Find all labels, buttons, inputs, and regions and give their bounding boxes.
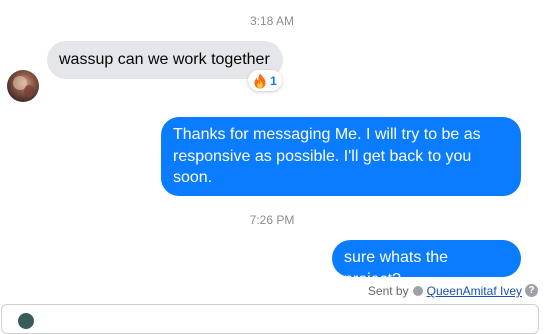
fire-icon xyxy=(253,73,267,89)
incoming-message-bubble[interactable]: wassup can we work together xyxy=(47,41,283,79)
outgoing-message-text: sure whats the project? xyxy=(344,249,449,288)
outgoing-message-text: Thanks for messaging Me. I will try to b… xyxy=(173,126,481,186)
timestamp: 7:26 PM xyxy=(249,213,295,227)
sender-name-link[interactable]: QueenAmitaf Ivey xyxy=(427,284,522,298)
sent-by-label: Sent by xyxy=(367,284,409,298)
timestamp: 3:18 AM xyxy=(249,14,295,28)
composer-avatar xyxy=(18,313,34,329)
incoming-message-text: wassup can we work together xyxy=(59,51,270,68)
reaction-count: 1 xyxy=(270,73,277,88)
message-reaction[interactable]: 1 xyxy=(248,70,282,91)
verified-icon xyxy=(412,286,423,296)
outgoing-message-bubble[interactable]: sure whats the project? xyxy=(332,240,521,288)
contact-avatar[interactable] xyxy=(7,70,39,102)
message-composer[interactable] xyxy=(1,304,539,334)
sent-by-line: Sent by QueenAmitaf Ivey ? xyxy=(367,284,538,298)
outgoing-message-bubble[interactable]: Thanks for messaging Me. I will try to b… xyxy=(161,117,521,196)
help-icon[interactable]: ? xyxy=(525,284,538,297)
